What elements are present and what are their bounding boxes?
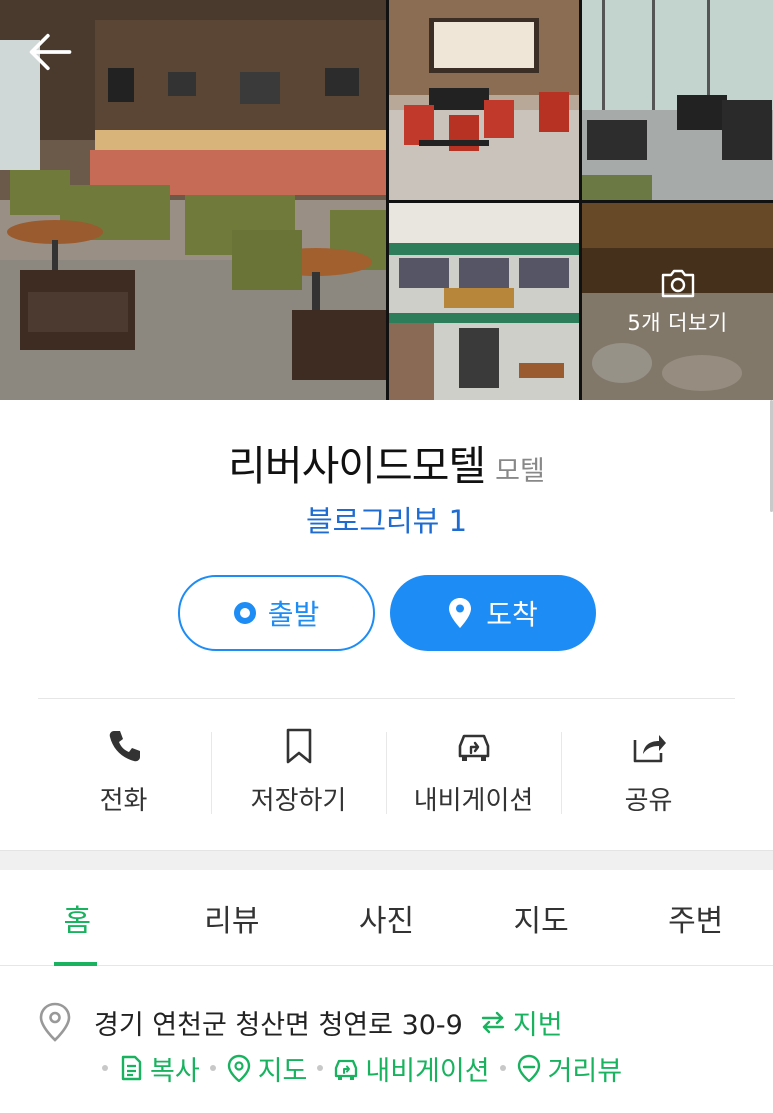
jibun-toggle[interactable]: 지번 xyxy=(479,1003,563,1042)
location-pin-icon xyxy=(39,1002,71,1042)
dining-room-photo xyxy=(389,0,579,200)
separator-dot xyxy=(317,1065,324,1071)
gallery-photo-main[interactable] xyxy=(0,0,386,400)
address-text: 경기 연천군 청산면 청연로 30-9 xyxy=(94,1009,463,1041)
map-label: 지도 xyxy=(257,1055,308,1087)
depart-label: 출발 xyxy=(267,598,320,631)
photo-gallery: 5개 더보기 xyxy=(0,0,773,400)
action-bar: 전화 저장하기 내비게이션 공유 xyxy=(36,720,736,820)
call-action[interactable]: 전화 xyxy=(36,720,211,820)
section-divider xyxy=(0,850,773,870)
navigation-car-icon xyxy=(335,1059,358,1080)
address-links: 복사 지도 내비게이션 거리뷰 xyxy=(92,1046,622,1090)
share-action[interactable]: 공유 xyxy=(561,720,736,820)
save-action[interactable]: 저장하기 xyxy=(211,720,386,820)
navigation-link[interactable]: 내비게이션 xyxy=(333,1049,490,1088)
separator-dot xyxy=(499,1065,506,1071)
building-exterior-photo xyxy=(389,203,579,400)
arrive-button[interactable]: 도착 xyxy=(390,575,596,651)
place-title-row: 리버사이드모텔 모텔 xyxy=(0,432,773,492)
swap-arrows-icon xyxy=(481,1011,505,1034)
depart-button[interactable]: 출발 xyxy=(178,575,375,651)
back-button[interactable] xyxy=(24,26,76,78)
tab-map[interactable]: 지도 xyxy=(464,870,619,965)
map-link[interactable]: 지도 xyxy=(226,1049,308,1088)
navigation-car-icon xyxy=(458,734,489,761)
tab-bar: 홈 리뷰 사진 지도 주변 xyxy=(0,870,773,966)
gallery-photo-2[interactable] xyxy=(389,0,579,200)
navigation-link-label: 내비게이션 xyxy=(365,1055,490,1087)
divider xyxy=(38,698,735,699)
phone-icon xyxy=(109,731,140,762)
blog-review-link[interactable]: 블로그리뷰 1 xyxy=(0,498,773,540)
navigation-label: 내비게이션 xyxy=(413,786,534,816)
tab-reviews[interactable]: 리뷰 xyxy=(155,870,310,965)
streetview-label: 거리뷰 xyxy=(547,1055,623,1087)
save-label: 저장하기 xyxy=(250,786,347,816)
arrive-label: 도착 xyxy=(486,598,538,631)
arrow-left-icon xyxy=(29,33,72,71)
bookmark-icon xyxy=(286,728,311,764)
jibun-label: 지번 xyxy=(512,1009,563,1041)
camera-icon xyxy=(661,269,694,297)
more-photos-overlay[interactable]: 5개 더보기 xyxy=(582,203,773,400)
call-label: 전화 xyxy=(99,786,148,816)
streetview-link[interactable]: 거리뷰 xyxy=(516,1049,623,1088)
separator-dot xyxy=(102,1065,108,1071)
window-seating-photo xyxy=(582,0,773,200)
tab-photos[interactable]: 사진 xyxy=(309,870,464,965)
tab-nearby[interactable]: 주변 xyxy=(618,870,773,965)
gallery-photo-4[interactable] xyxy=(389,203,579,400)
separator-dot xyxy=(209,1065,216,1071)
gallery-photo-3[interactable] xyxy=(582,0,773,200)
share-icon xyxy=(633,735,666,763)
origin-dot-icon xyxy=(233,602,256,624)
address-row: 경기 연천군 청산면 청연로 30-9 지번 xyxy=(38,1000,738,1044)
navigation-action[interactable]: 내비게이션 xyxy=(386,720,561,820)
destination-pin-icon xyxy=(449,598,472,628)
gallery-photo-5[interactable]: 5개 더보기 xyxy=(582,203,773,400)
place-category: 모텔 xyxy=(495,456,545,487)
map-pin-icon xyxy=(227,1054,250,1082)
copy-link[interactable]: 복사 xyxy=(118,1049,200,1088)
streetview-icon xyxy=(517,1054,540,1082)
share-label: 공유 xyxy=(624,786,673,816)
copy-icon xyxy=(121,1055,142,1081)
copy-label: 복사 xyxy=(150,1055,200,1087)
tab-home[interactable]: 홈 xyxy=(0,870,155,966)
more-photos-label: 5개 더보기 xyxy=(627,310,728,335)
place-name: 리버사이드모텔 xyxy=(228,442,486,490)
